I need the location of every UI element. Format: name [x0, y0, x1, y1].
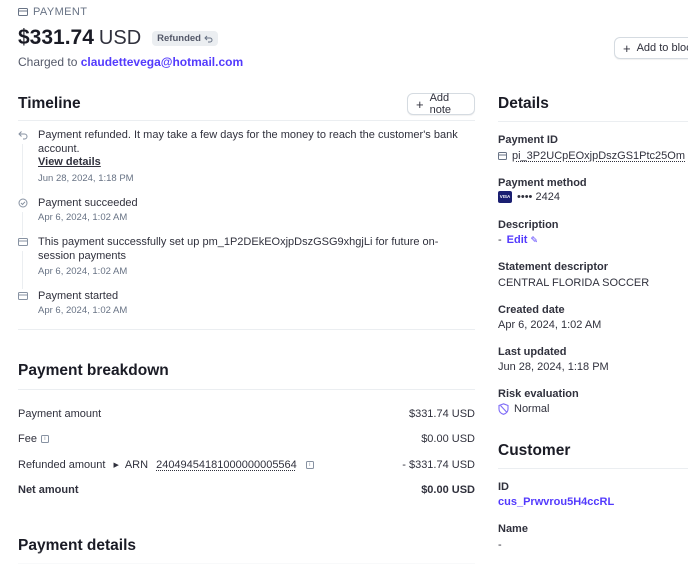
description-label: Description: [498, 219, 559, 231]
customer-id-label: ID: [498, 481, 509, 493]
description-row: - Edit ✎: [498, 234, 538, 246]
timeline-end-divider: [18, 329, 475, 330]
payment-id-label: Payment ID: [498, 134, 558, 146]
payment-icon: [498, 152, 507, 160]
status-badge: Refunded: [152, 31, 218, 46]
breakdown-row-payment-amount: Payment amount $331.74 USD: [18, 408, 475, 420]
info-icon[interactable]: i: [40, 435, 49, 443]
risk-evaluation-row: Normal: [498, 403, 549, 415]
timeline-event-text: This payment successfully set up pm_1P2D…: [38, 236, 439, 262]
statement-descriptor-value: CENTRAL FLORIDA SOCCER: [498, 277, 650, 289]
breakdown-row-fee: Fee i $0.00 USD: [18, 433, 475, 445]
timeline-divider: [18, 120, 475, 121]
details-divider: [498, 121, 688, 122]
add-note-button[interactable]: + Add note: [407, 92, 475, 116]
breakdown-row-net-amount: Net amount $0.00 USD: [18, 484, 475, 496]
check-circle-icon: [18, 198, 28, 208]
payment-icon: [18, 8, 28, 16]
statement-descriptor-label: Statement descriptor: [498, 261, 609, 273]
shield-icon: [498, 403, 509, 415]
description-value: -: [498, 234, 502, 246]
timeline-connector: [22, 251, 23, 289]
payment-section-label: PAYMENT: [18, 6, 87, 18]
timeline-event-time: Apr 6, 2024, 1:02 AM: [38, 266, 128, 277]
timeline-event-text: Payment refunded. It may take a few days…: [38, 129, 458, 155]
timeline-event-time: Apr 6, 2024, 1:02 AM: [38, 212, 128, 223]
details-title: Details: [498, 95, 549, 112]
last-updated-label: Last updated: [498, 346, 567, 358]
payment-method-label: Payment method: [498, 177, 587, 189]
customer-id-link[interactable]: cus_Prwvrou5H4ccRL: [498, 496, 614, 508]
caret-right-icon[interactable]: ▶: [113, 461, 118, 469]
pencil-icon: ✎: [530, 234, 538, 245]
timeline-event-time: Jun 28, 2024, 1:18 PM: [38, 173, 134, 184]
payment-id-row: pi_3P2UCpEOxjpDszGS1Ptc25Om: [498, 150, 685, 162]
charged-to-line: Charged to claudettevega@hotmail.com: [18, 55, 244, 69]
risk-evaluation-label: Risk evaluation: [498, 388, 579, 400]
timeline-event-time: Apr 6, 2024, 1:02 AM: [38, 305, 128, 316]
risk-evaluation-value: Normal: [514, 403, 550, 415]
payment-currency: USD: [98, 27, 142, 49]
customer-email-link[interactable]: claudettevega@hotmail.com: [81, 55, 243, 69]
created-date-label: Created date: [498, 304, 565, 316]
copy-icon[interactable]: i: [305, 461, 314, 469]
timeline-connector: [22, 212, 23, 236]
payment-id-value[interactable]: pi_3P2UCpEOxjpDszGS1Ptc25Om: [512, 150, 685, 162]
created-date-value: Apr 6, 2024, 1:02 AM: [498, 319, 602, 331]
payment-amount-heading: $331.74 USD Refunded: [18, 26, 218, 50]
payment-icon: [18, 292, 28, 300]
arn-value[interactable]: 24049454181000000005564: [156, 459, 297, 471]
add-to-blocklist-button[interactable]: + Add to bloc: [614, 37, 688, 59]
breakdown-title: Payment breakdown: [18, 362, 169, 379]
card-icon: [18, 238, 28, 246]
timeline-event-text: Payment started: [38, 290, 119, 302]
customer-name-label: Name: [498, 523, 528, 535]
timeline-title: Timeline: [18, 95, 81, 112]
scroll-fade: [0, 549, 688, 569]
plus-icon: +: [416, 96, 424, 112]
card-last4: •••• 2424: [517, 191, 560, 203]
refund-icon: [18, 131, 28, 140]
payment-amount: $331.74: [18, 26, 94, 49]
view-details-link[interactable]: View details: [38, 156, 101, 168]
breakdown-divider: [18, 389, 475, 390]
payment-method-row: VISA •••• 2424: [498, 191, 560, 203]
visa-icon: VISA: [498, 191, 512, 203]
breakdown-row-refunded-amount: Refunded amount ▶ ARN 240494541810000000…: [18, 459, 475, 471]
timeline-event-text: Payment succeeded: [38, 197, 138, 209]
refund-icon: [204, 35, 213, 42]
plus-icon: +: [623, 40, 631, 56]
customer-title: Customer: [498, 442, 571, 459]
customer-divider: [498, 468, 688, 469]
timeline-connector: [22, 144, 23, 194]
last-updated-value: Jun 28, 2024, 1:18 PM: [498, 361, 609, 373]
edit-description-link[interactable]: Edit ✎: [507, 234, 538, 246]
